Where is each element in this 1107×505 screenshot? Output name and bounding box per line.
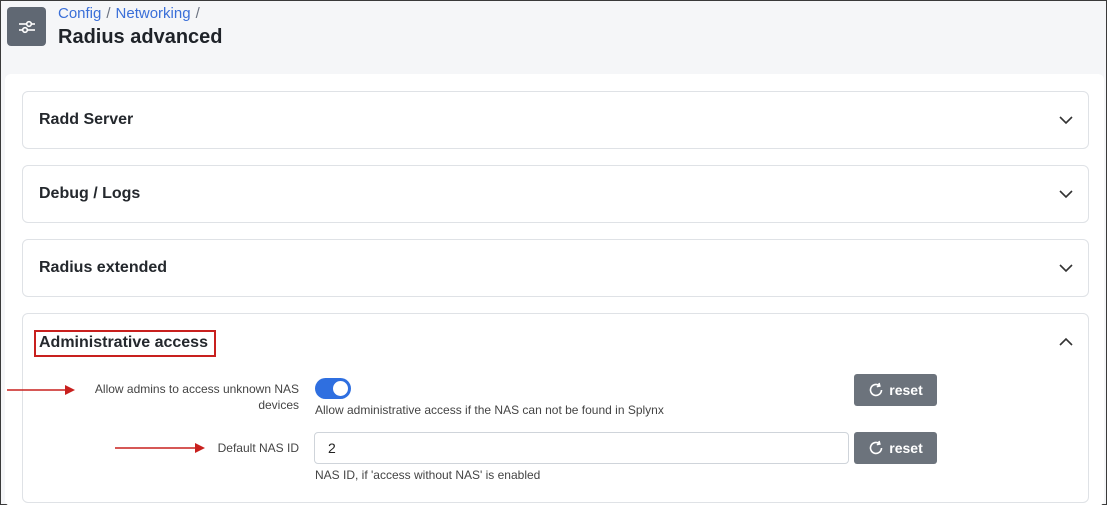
panel-radius-extended[interactable]: Radius extended	[22, 239, 1089, 297]
reset-button[interactable]: reset	[854, 432, 937, 464]
reset-label: reset	[889, 440, 923, 456]
allow-unknown-nas-help: Allow administrative access if the NAS c…	[315, 403, 664, 417]
chevron-down-icon[interactable]	[1058, 260, 1074, 276]
label-line: devices	[258, 398, 299, 412]
panel-title: Radius extended	[39, 259, 168, 276]
default-nas-id-help: NAS ID, if 'access without NAS' is enabl…	[315, 468, 541, 482]
annotation-arrow-icon	[7, 385, 75, 395]
refresh-icon	[869, 382, 883, 397]
breadcrumb: Config / Networking /	[58, 5, 205, 22]
app-frame: Config / Networking / Radius advanced Radd …	[0, 0, 1107, 505]
toggle-knob	[333, 381, 348, 396]
page-title: Radius advanced	[58, 26, 223, 48]
chevron-up-icon[interactable]	[1058, 334, 1074, 350]
allow-unknown-nas-toggle[interactable]	[315, 378, 351, 399]
refresh-icon	[869, 440, 883, 455]
allow-unknown-nas-label: Allow admins to access unknown NAS devic…	[61, 381, 299, 413]
label-line: Allow admins to access unknown NAS	[94, 382, 299, 396]
reset-button[interactable]: reset	[854, 374, 937, 406]
panel-title: Radd Server	[39, 111, 134, 128]
breadcrumb-separator: /	[106, 5, 111, 22]
sliders-icon	[7, 7, 46, 46]
chevron-down-icon[interactable]	[1058, 186, 1074, 202]
breadcrumb-separator: /	[195, 5, 200, 22]
chevron-down-icon[interactable]	[1058, 112, 1074, 128]
breadcrumb-item-config[interactable]: Config	[58, 5, 101, 22]
panel-debug-logs[interactable]: Debug / Logs	[22, 165, 1089, 223]
reset-label: reset	[889, 382, 923, 398]
default-nas-id-input[interactable]	[314, 432, 849, 464]
annotation-highlight-box	[34, 330, 216, 357]
panel-title: Debug / Logs	[39, 185, 141, 202]
panel-radd-server[interactable]: Radd Server	[22, 91, 1089, 149]
breadcrumb-item-networking[interactable]: Networking	[116, 5, 191, 22]
annotation-arrow-icon	[115, 443, 205, 453]
